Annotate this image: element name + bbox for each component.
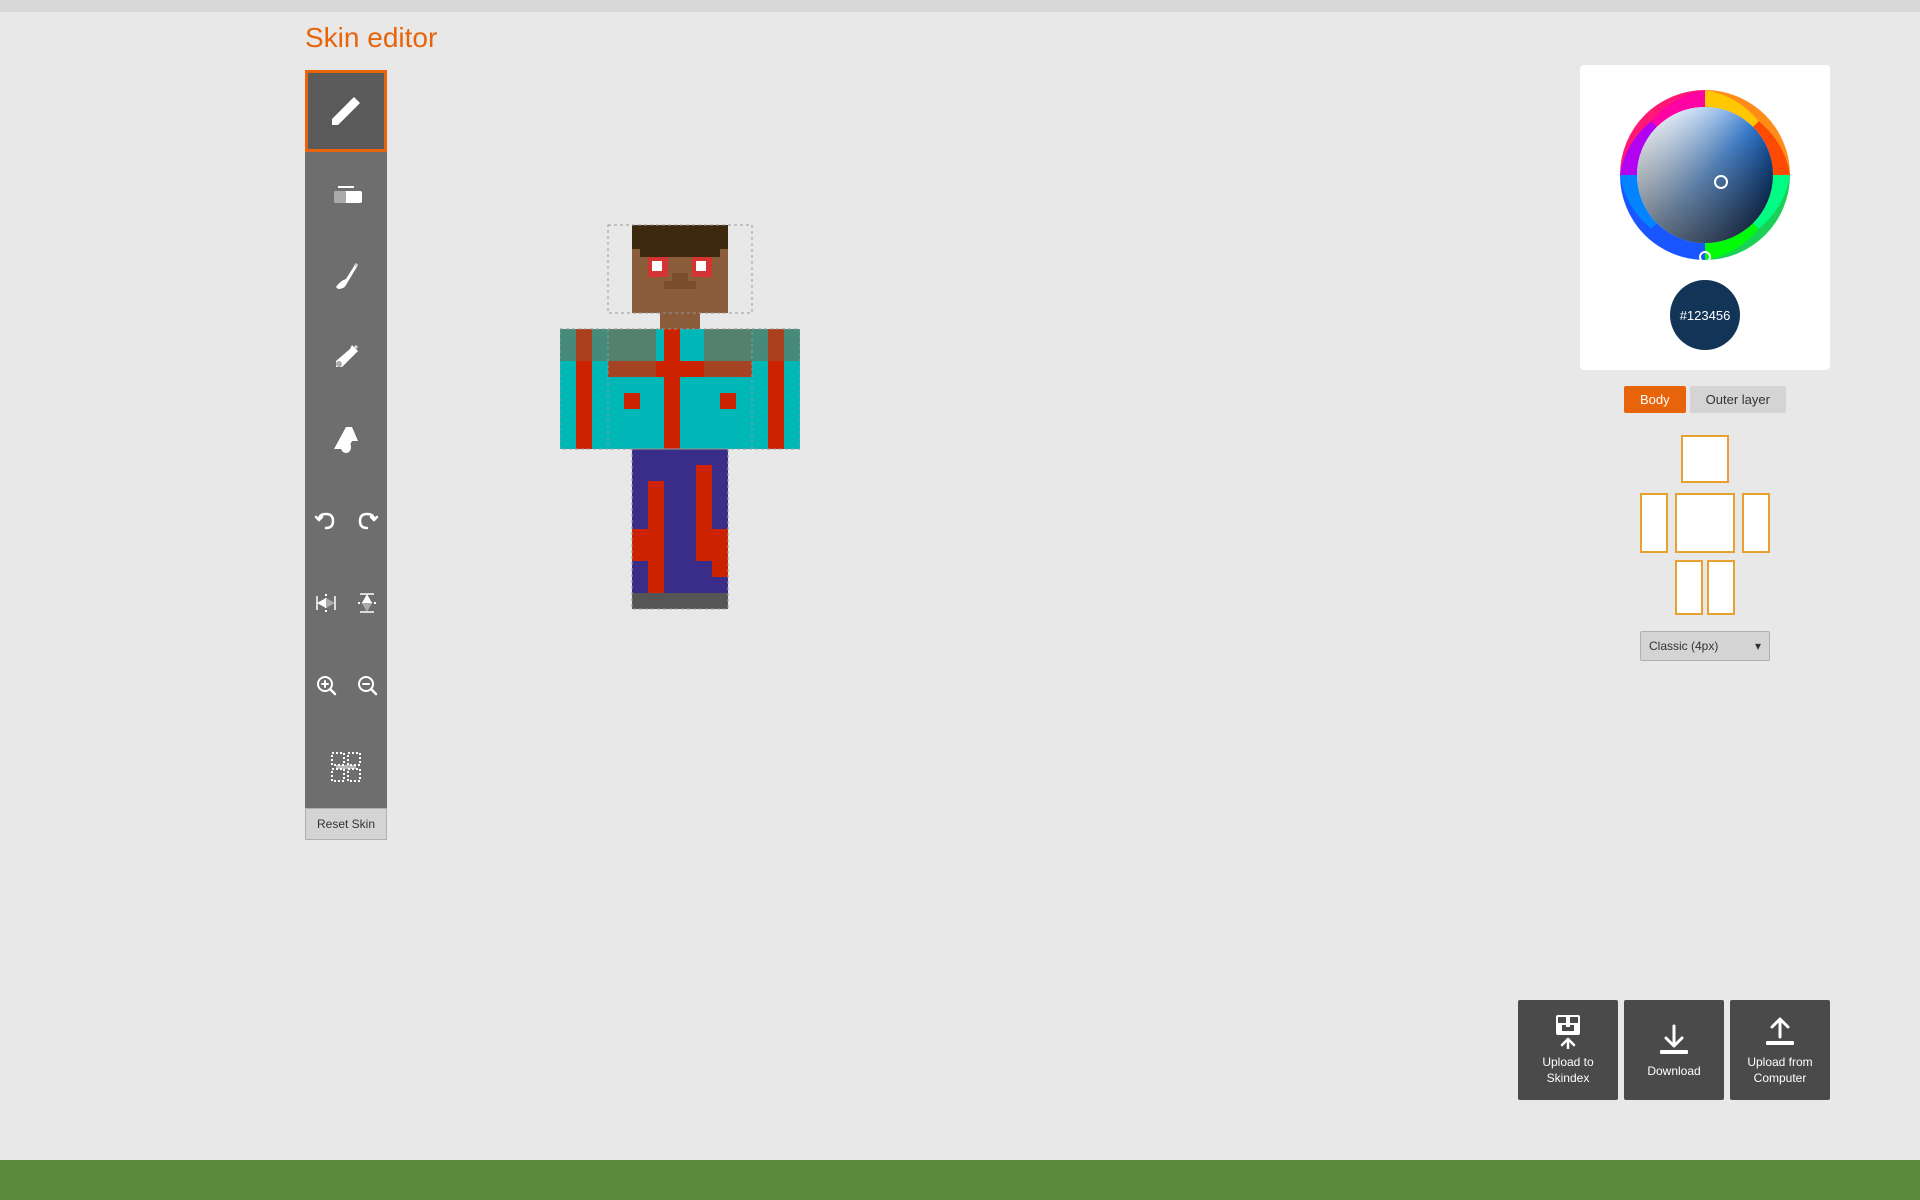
tool-panel: Reset Skin xyxy=(305,70,390,840)
layer-tabs: Body Outer layer xyxy=(1580,386,1830,413)
zoom-row xyxy=(305,644,390,726)
body-part-left-leg[interactable] xyxy=(1675,560,1703,615)
mirror-row xyxy=(305,562,390,644)
download-button[interactable]: Download xyxy=(1624,1000,1724,1100)
body-part-left-arm[interactable] xyxy=(1640,493,1668,553)
body-part-selector xyxy=(1640,435,1770,615)
color-swatch[interactable]: #123456 xyxy=(1670,280,1740,350)
zoom-in-button[interactable] xyxy=(305,644,346,726)
redo-button[interactable] xyxy=(346,480,387,562)
action-buttons: Upload toSkindex Download Upload fromCom… xyxy=(1518,1000,1830,1100)
mirror-h-button[interactable] xyxy=(305,562,346,644)
body-part-right-leg[interactable] xyxy=(1707,560,1735,615)
upload-computer-label: Upload fromComputer xyxy=(1747,1055,1812,1086)
download-label: Download xyxy=(1647,1064,1700,1078)
eraser-tool-button[interactable] xyxy=(305,152,387,234)
color-wheel[interactable] xyxy=(1615,85,1795,265)
right-panel: #123456 Body Outer layer Classic (4px) ▾ xyxy=(1580,65,1830,661)
fill-tool-button[interactable] xyxy=(305,398,387,480)
body-part-right-arm[interactable] xyxy=(1742,493,1770,553)
mirror-v-button[interactable] xyxy=(346,562,387,644)
undo-button[interactable] xyxy=(305,480,346,562)
body-part-torso[interactable] xyxy=(1675,493,1735,553)
skin-preview[interactable] xyxy=(560,195,800,655)
undo-redo-row xyxy=(305,480,390,562)
skin-size-dropdown[interactable]: Classic (4px) ▾ xyxy=(1640,631,1770,661)
eyedropper-tool-button[interactable] xyxy=(305,316,387,398)
upload-skindex-button[interactable]: Upload toSkindex xyxy=(1518,1000,1618,1100)
chevron-down-icon: ▾ xyxy=(1755,639,1761,653)
upload-skindex-label: Upload toSkindex xyxy=(1542,1055,1593,1086)
outer-layer-tab[interactable]: Outer layer xyxy=(1690,386,1786,413)
zoom-out-button[interactable] xyxy=(346,644,387,726)
page-title: Skin editor xyxy=(305,22,437,54)
color-picker-container: #123456 xyxy=(1580,65,1830,370)
skin-size-label: Classic (4px) xyxy=(1649,639,1718,653)
body-part-head[interactable] xyxy=(1681,435,1729,483)
skin-canvas-area xyxy=(430,100,930,750)
upload-computer-button[interactable]: Upload fromComputer xyxy=(1730,1000,1830,1100)
pencil-tool-button[interactable] xyxy=(305,70,387,152)
body-tab[interactable]: Body xyxy=(1624,386,1686,413)
bottom-bar xyxy=(0,1160,1920,1200)
brush-tool-button[interactable] xyxy=(305,234,387,316)
reset-skin-button[interactable]: Reset Skin xyxy=(305,808,387,840)
grid-button[interactable] xyxy=(305,726,387,808)
